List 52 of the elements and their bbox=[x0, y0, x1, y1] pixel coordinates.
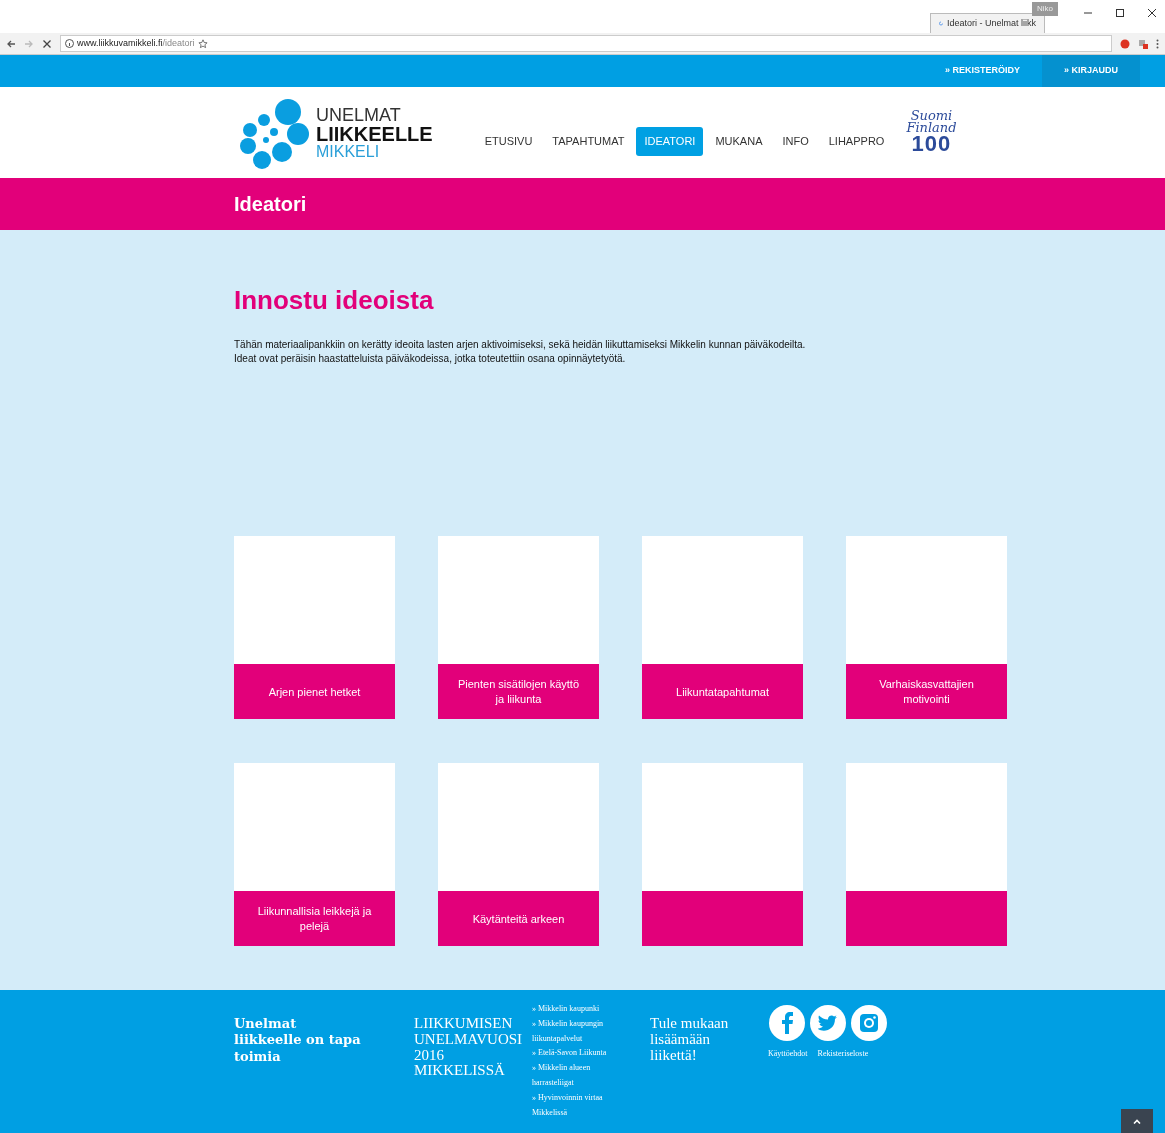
footer-link[interactable]: » Mikkelin kaupunki bbox=[532, 1002, 622, 1017]
loading-icon bbox=[939, 18, 943, 28]
browser-tab[interactable]: Ideatori - Unelmat liikk bbox=[930, 12, 1045, 33]
logo-text: LIIKKEELLE bbox=[316, 123, 433, 144]
intro-text: Tähän materiaalipankkiin on kerätty ideoita lasten arjen aktivoimiseksi, sekä heidän liikuttamiseksi Mikkelin kunnan päiväkodeilta. bbox=[234, 338, 807, 353]
footer-link[interactable]: » Mikkelin alueen harrasteliigat bbox=[532, 1061, 622, 1091]
badge-text: Finland bbox=[906, 122, 957, 135]
legal-link[interactable]: Käyttöehdot bbox=[768, 1048, 808, 1060]
logo-text: MIKKELI bbox=[316, 143, 381, 160]
maximize-icon[interactable] bbox=[1115, 8, 1125, 18]
card-label[interactable]: Varhaiskasvattajien motivointi bbox=[846, 664, 1007, 720]
nav-link[interactable]: LIHAPPRO bbox=[820, 127, 893, 156]
nav-link[interactable]: IDEATORI bbox=[636, 127, 704, 156]
badge-text: Suomi bbox=[910, 109, 953, 123]
card-label[interactable]: Käytänteitä arkeen bbox=[438, 891, 599, 947]
extension-icon[interactable] bbox=[1120, 38, 1130, 49]
url-text: www.liikkuvamikkeli.fi/ideatori bbox=[77, 36, 195, 50]
footer-link[interactable]: » Hyvinvoinnin virtaa Mikkelissä bbox=[532, 1090, 622, 1121]
close-icon[interactable] bbox=[1147, 8, 1157, 18]
card-label[interactable]: Liikuntatapahtumat bbox=[642, 664, 803, 720]
info-icon bbox=[65, 39, 74, 48]
star-icon[interactable] bbox=[197, 38, 208, 49]
stop-icon[interactable] bbox=[42, 38, 52, 49]
address-bar[interactable]: www.liikkuvamikkeli.fi/ideatori bbox=[60, 35, 1112, 52]
legal-link[interactable]: Rekisteriseloste bbox=[817, 1048, 869, 1060]
card-label[interactable]: Liikunnallisia leikkejä ja pelejä bbox=[234, 891, 395, 947]
footer-link[interactable]: » Etelä-Savon Liikunta bbox=[532, 1046, 622, 1062]
badge-text: 100 bbox=[911, 134, 952, 156]
nav-link[interactable]: MUKANA bbox=[707, 127, 771, 156]
profile-name[interactable]: Niko bbox=[1032, 2, 1058, 16]
campaign-text: LIIKKUMISEN UNELMAVUOSI 2016 MIKKELISSÄ bbox=[414, 1016, 524, 1081]
menu-icon[interactable] bbox=[1156, 38, 1159, 49]
footer-tagline: Unelmat liikkeelle on tapa toimia bbox=[234, 1016, 362, 1066]
camera-icon[interactable] bbox=[850, 1004, 888, 1042]
card-label[interactable]: Arjen pienet hetket bbox=[234, 664, 395, 720]
back-icon[interactable] bbox=[6, 38, 16, 49]
caret-up-icon bbox=[1133, 1118, 1141, 1124]
footer-link[interactable]: » Mikkelin kaupungin liikuntapalvelut bbox=[532, 1016, 622, 1047]
section-heading: Innostu ideoista bbox=[234, 285, 435, 317]
nav-link[interactable]: ETUSIVU bbox=[476, 127, 541, 156]
call-to-action: Tule mukaan lisäämään liikettä! bbox=[650, 1016, 730, 1065]
intro-text: Ideat ovat peräisin haastatteluista päiväkodeissa, jotka toteutettiin osana opinnäytetyötä. bbox=[234, 352, 627, 367]
page-title: Ideatori bbox=[234, 192, 307, 216]
logo-text: UNELMAT bbox=[316, 105, 402, 124]
extension-icon[interactable] bbox=[1138, 38, 1148, 49]
facebook-icon[interactable] bbox=[768, 1004, 806, 1042]
top-link[interactable]: » KIRJAUDU bbox=[1042, 55, 1140, 87]
nav-link[interactable]: INFO bbox=[774, 127, 817, 156]
card-label[interactable]: Pienten sisätilojen käyttö ja liikunta bbox=[438, 664, 599, 720]
nav-link[interactable]: TAPAHTUMAT bbox=[544, 127, 633, 156]
bird-icon[interactable] bbox=[809, 1004, 847, 1042]
top-link[interactable]: » REKISTERÖIDY bbox=[922, 55, 1042, 87]
